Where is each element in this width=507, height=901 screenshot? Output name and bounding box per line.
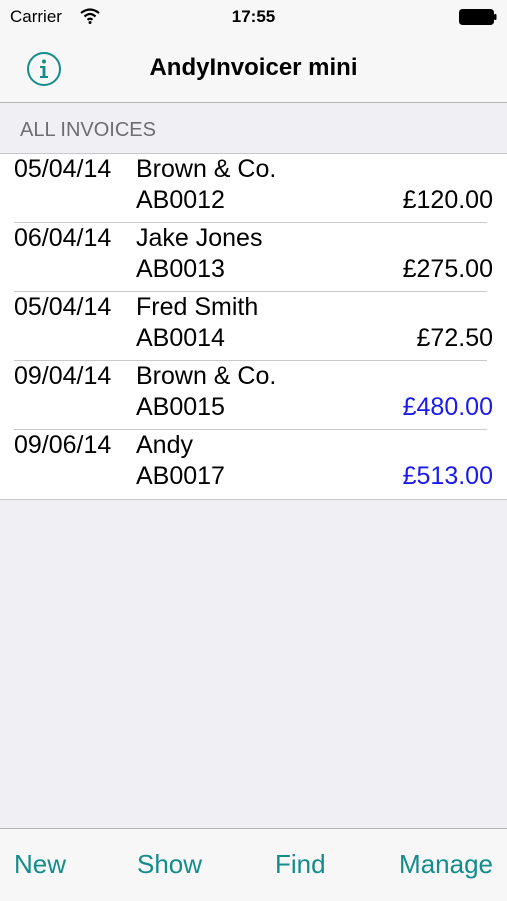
invoice-date: 06/04/14: [14, 224, 112, 252]
invoice-list: 05/04/14 Brown & Co. AB0012 £120.00 06/0…: [0, 154, 507, 500]
invoice-number: AB0012: [136, 186, 225, 214]
invoice-client: Fred Smith: [136, 293, 259, 321]
invoice-row[interactable]: 05/04/14 Fred Smith AB0014 £72.50: [0, 292, 507, 361]
status-bar: Carrier 17:55: [0, 0, 507, 36]
invoice-number: AB0015: [136, 393, 225, 421]
manage-button[interactable]: Manage: [399, 849, 493, 880]
page-title: AndyInvoicer mini: [149, 54, 358, 81]
invoice-amount: £275.00: [402, 255, 493, 283]
invoice-amount: £120.00: [402, 186, 493, 214]
invoice-row[interactable]: 05/04/14 Brown & Co. AB0012 £120.00: [0, 154, 507, 223]
invoice-amount: £480.00: [402, 393, 493, 421]
section-header: ALL INVOICES: [0, 103, 507, 154]
invoice-date: 05/04/14: [14, 155, 112, 183]
invoice-row[interactable]: 09/06/14 Andy AB0017 £513.00: [0, 430, 507, 499]
section-header-label: ALL INVOICES: [20, 119, 156, 141]
show-button[interactable]: Show: [137, 849, 202, 880]
bottom-toolbar: New Show Find Manage: [0, 828, 507, 901]
invoice-row[interactable]: 06/04/14 Jake Jones AB0013 £275.00: [0, 223, 507, 292]
status-time: 17:55: [231, 7, 276, 26]
invoice-number: AB0013: [136, 255, 225, 283]
find-button[interactable]: Find: [275, 849, 326, 880]
invoice-client: Andy: [136, 431, 193, 459]
invoice-amount: £513.00: [402, 462, 493, 490]
invoice-date: 05/04/14: [14, 293, 112, 321]
invoice-amount: £72.50: [416, 324, 493, 352]
new-button[interactable]: New: [14, 849, 66, 880]
invoice-client: Jake Jones: [136, 224, 263, 252]
invoice-client: Brown & Co.: [136, 155, 277, 183]
invoice-date: 09/06/14: [14, 431, 112, 459]
invoice-row[interactable]: 09/04/14 Brown & Co. AB0015 £480.00: [0, 361, 507, 430]
invoice-number: AB0014: [136, 324, 225, 352]
invoice-number: AB0017: [136, 462, 225, 490]
battery-icon: [459, 9, 497, 25]
invoice-date: 09/04/14: [14, 362, 112, 390]
navigation-bar: AndyInvoicer mini: [0, 36, 507, 103]
invoice-client: Brown & Co.: [136, 362, 277, 390]
